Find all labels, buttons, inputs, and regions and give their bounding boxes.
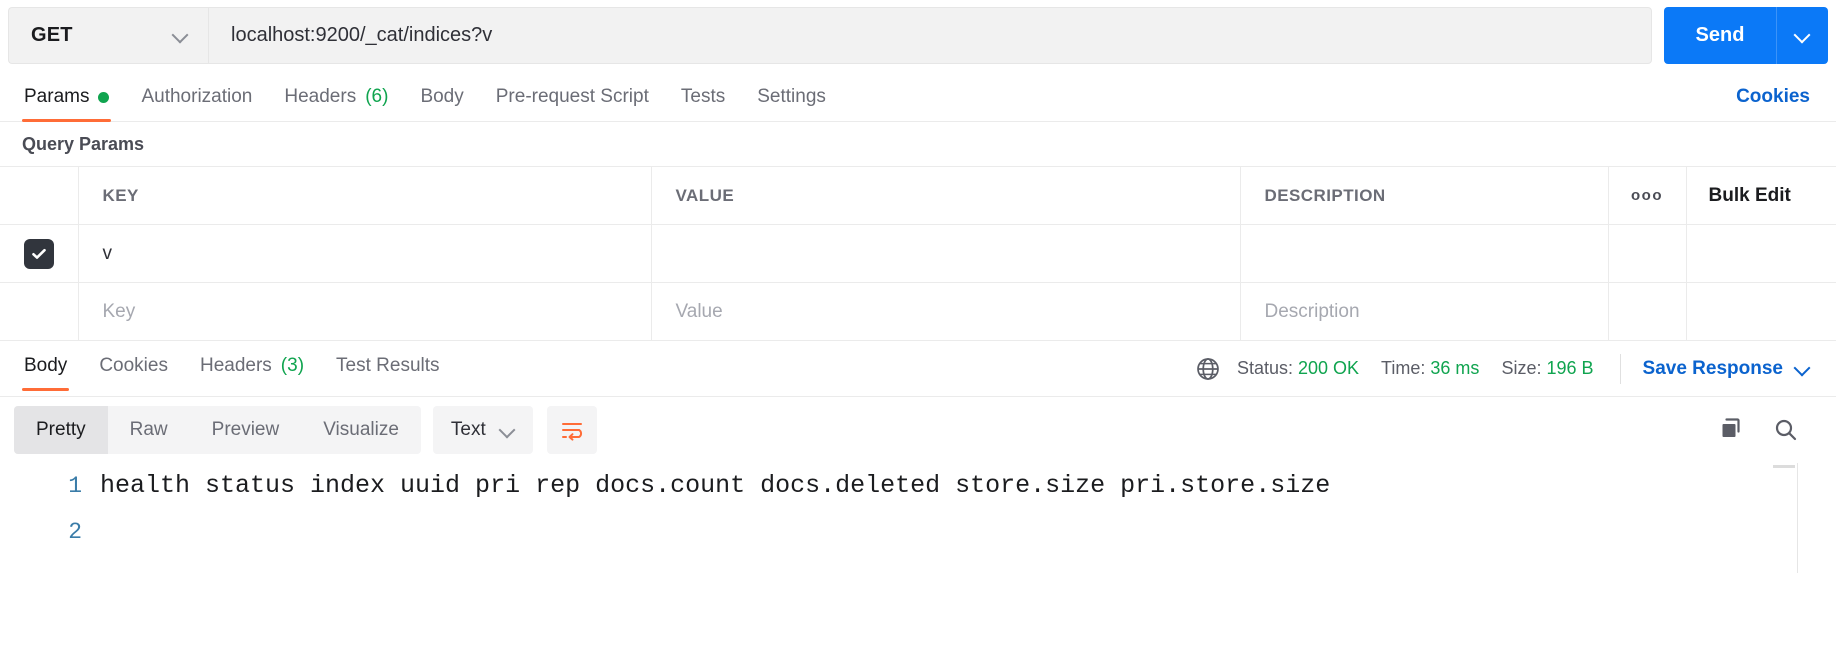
send-options-button[interactable]: [1776, 7, 1828, 64]
tab-tests-label: Tests: [680, 86, 726, 107]
column-header-key: KEY: [102, 185, 139, 205]
search-icon: [1775, 419, 1797, 441]
params-modified-dot-icon: [98, 91, 110, 103]
time-label-text: Time:: [1381, 358, 1426, 378]
response-actions: [1718, 416, 1822, 444]
bulk-edit-button[interactable]: Bulk Edit: [1687, 185, 1836, 207]
code-line: 1 health status index uuid pri rep docs.…: [0, 463, 1836, 509]
view-mode-pretty[interactable]: Pretty: [14, 406, 108, 454]
tab-pre-request-script[interactable]: Pre-request Script: [480, 72, 665, 122]
search-button[interactable]: [1772, 416, 1800, 444]
chevron-down-icon: [1795, 361, 1810, 376]
query-params-table: KEY VALUE DESCRIPTION ooo Bulk Edit v Ke…: [0, 166, 1836, 341]
table-row: v: [0, 224, 1836, 283]
response-tab-test-results[interactable]: Test Results: [320, 341, 455, 391]
request-tabs: Params Authorization Headers (6) Body Pr…: [0, 72, 1836, 122]
header-checkbox-cell: [0, 166, 79, 225]
tab-authorization[interactable]: Authorization: [125, 72, 268, 122]
size-label: Size: 196 B: [1501, 358, 1593, 379]
tab-params[interactable]: Params: [8, 72, 125, 122]
horizontal-scrollbar[interactable]: [1773, 465, 1795, 468]
table-header-row: KEY VALUE DESCRIPTION ooo Bulk Edit: [0, 166, 1836, 225]
status-label-text: Status:: [1236, 358, 1293, 378]
tab-pre-request-script-label: Pre-request Script: [495, 86, 649, 107]
response-tab-body[interactable]: Body: [8, 341, 83, 391]
http-method-label: GET: [31, 24, 73, 46]
response-tab-cookies-label: Cookies: [99, 355, 168, 376]
response-meta: Status: 200 OK Time: 36 ms Size: 196 B S…: [1195, 341, 1828, 396]
url-bar: GET localhost:9200/_cat/indices?v Send: [0, 0, 1836, 72]
response-format-toolbar: Pretty Raw Preview Visualize Text: [0, 397, 1836, 463]
chevron-down-icon: [500, 423, 515, 438]
status-value: 200 OK: [1298, 358, 1360, 378]
content-type-label: Text: [450, 419, 486, 440]
new-row-value-input[interactable]: Value: [652, 301, 1240, 323]
url-input[interactable]: localhost:9200/_cat/indices?v: [208, 7, 1652, 64]
tab-settings-label: Settings: [757, 86, 826, 107]
table-row-empty: Key Value Description: [0, 282, 1836, 341]
query-params-title: Query Params: [22, 133, 145, 154]
globe-icon: [1197, 357, 1219, 380]
tab-authorization-label: Authorization: [141, 86, 253, 107]
response-tab-cookies[interactable]: Cookies: [83, 341, 184, 391]
row-key-input[interactable]: v: [79, 243, 651, 265]
check-icon: [31, 248, 46, 259]
chevron-down-icon: [1795, 28, 1810, 43]
tab-body-label: Body: [420, 86, 464, 107]
row-enabled-checkbox[interactable]: [23, 238, 54, 269]
line-number: 1: [68, 473, 82, 499]
column-header-description: DESCRIPTION: [1264, 185, 1386, 205]
new-row-description-input[interactable]: Description: [1241, 301, 1608, 323]
table-options-icon[interactable]: ooo: [1609, 187, 1686, 204]
response-tab-headers-label: Headers: [199, 355, 272, 376]
cookies-link[interactable]: Cookies: [1718, 72, 1828, 121]
wrap-lines-button[interactable]: [546, 406, 597, 454]
save-response-label: Save Response: [1642, 357, 1783, 379]
time-label: Time: 36 ms: [1381, 358, 1479, 379]
time-value: 36 ms: [1430, 358, 1480, 378]
new-row-key-input[interactable]: Key: [79, 301, 651, 323]
status-label: Status: 200 OK: [1237, 358, 1359, 379]
wrap-lines-icon: [561, 423, 582, 441]
copy-button[interactable]: [1718, 416, 1746, 444]
size-value: 196 B: [1546, 358, 1594, 378]
view-mode-segmented-control: Pretty Raw Preview Visualize: [14, 406, 421, 454]
response-tabs: Body Cookies Headers (3) Test Results St…: [0, 341, 1836, 397]
response-tab-headers[interactable]: Headers (3): [184, 341, 320, 391]
save-response-button[interactable]: Save Response: [1643, 358, 1828, 380]
view-mode-visualize[interactable]: Visualize: [301, 406, 421, 454]
tab-settings[interactable]: Settings: [741, 72, 842, 122]
tab-headers-count: (6): [365, 86, 389, 107]
send-button[interactable]: Send: [1664, 7, 1776, 64]
tab-body[interactable]: Body: [404, 72, 479, 122]
code-line: 2: [0, 509, 1836, 555]
column-header-value: VALUE: [675, 185, 735, 205]
content-type-select[interactable]: Text: [432, 406, 533, 454]
divider: [1619, 353, 1621, 384]
url-text: localhost:9200/_cat/indices?v: [231, 24, 493, 46]
chevron-down-icon: [173, 28, 188, 43]
size-label-text: Size:: [1501, 358, 1542, 378]
response-tab-headers-count: (3): [280, 355, 305, 376]
response-tab-body-label: Body: [24, 355, 68, 376]
response-tab-test-results-label: Test Results: [336, 355, 440, 376]
copy-icon: [1722, 418, 1740, 437]
tab-tests[interactable]: Tests: [665, 72, 741, 122]
view-mode-raw[interactable]: Raw: [108, 406, 190, 454]
vertical-divider: [1797, 463, 1798, 573]
line-content: health status index uuid pri rep docs.co…: [100, 471, 1331, 500]
tab-headers-label: Headers: [284, 86, 357, 107]
http-method-select[interactable]: GET: [8, 7, 208, 64]
send-group: Send: [1664, 7, 1828, 64]
line-number: 2: [68, 519, 82, 545]
view-mode-preview[interactable]: Preview: [190, 406, 302, 454]
tab-params-label: Params: [24, 86, 90, 107]
response-body-viewer[interactable]: 1 health status index uuid pri rep docs.…: [0, 463, 1836, 573]
tab-headers[interactable]: Headers (6): [268, 72, 404, 122]
